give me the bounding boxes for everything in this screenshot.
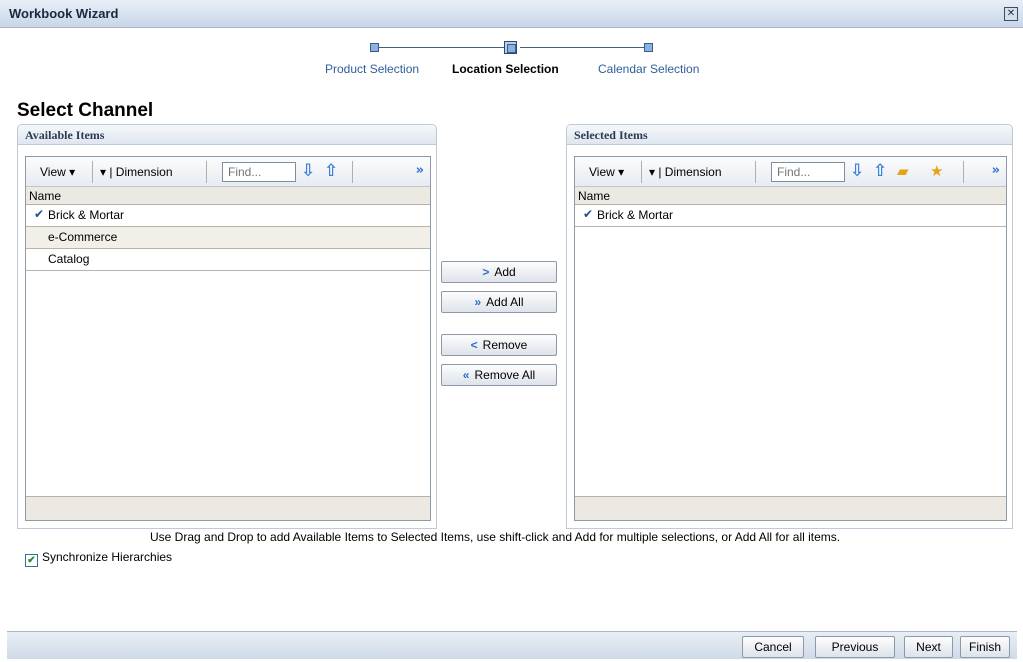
view-menu-button[interactable]: View ▾ (583, 161, 630, 183)
check-icon: ✔ (583, 207, 594, 221)
remove-button[interactable]: < Remove (441, 334, 557, 356)
dimension-menu-button[interactable]: ▾ | Dimension (94, 161, 179, 183)
find-input[interactable] (771, 162, 845, 182)
available-toolbar: View ▾ ▾ | Dimension ⇩ ⇧ » (26, 157, 430, 187)
train-stop-product[interactable] (370, 43, 379, 52)
find-input[interactable] (222, 162, 296, 182)
list-item[interactable]: ✔ Brick & Mortar (26, 205, 430, 227)
synchronize-hierarchies-label: Synchronize Hierarchies (42, 550, 173, 564)
close-icon[interactable]: ✕ (1004, 7, 1018, 21)
selected-items-panel: Selected Items View ▾ ▾ | Dimension ⇩ ⇧ … (566, 124, 1013, 529)
selected-items-table: View ▾ ▾ | Dimension ⇩ ⇧ ▰ ★ » Name ✔ Br… (574, 156, 1007, 521)
toolbar-separator (92, 161, 93, 183)
window-title: Workbook Wizard (9, 6, 119, 21)
page-title: Select Channel (17, 100, 154, 121)
finish-button[interactable]: Finish (960, 636, 1010, 658)
train-line (379, 47, 508, 48)
help-text: Use Drag and Drop to add Available Items… (150, 530, 841, 544)
list-item-label: Brick & Mortar (48, 208, 125, 222)
train-stop-location (504, 41, 517, 54)
wizard-footer: Cancel Previous Next Finish (7, 631, 1017, 659)
overflow-chevron-icon[interactable]: » (416, 163, 424, 178)
list-item[interactable]: e-Commerce (26, 227, 430, 249)
move-up-icon[interactable]: ⇧ (324, 162, 338, 180)
column-header-name[interactable]: Name (26, 187, 430, 205)
checkbox-checked-icon[interactable]: ✔ (25, 554, 38, 567)
move-down-icon[interactable]: ⇩ (850, 162, 864, 180)
train-line (520, 47, 644, 48)
available-items-table: View ▾ ▾ | Dimension ⇩ ⇧ » Name ✔ Brick … (25, 156, 431, 521)
toolbar-separator (755, 161, 756, 183)
chevron-right-icon: > (482, 265, 490, 279)
selected-items-title: Selected Items (567, 125, 1012, 145)
double-chevron-left-icon: « (462, 368, 470, 382)
next-button[interactable]: Next (904, 636, 953, 658)
view-menu-button[interactable]: View ▾ (34, 161, 81, 183)
add-all-button[interactable]: » Add All (441, 291, 557, 313)
window-titlebar: Workbook Wizard ✕ (0, 0, 1023, 28)
column-header-name[interactable]: Name (575, 187, 1006, 205)
synchronize-hierarchies-checkbox[interactable]: ✔ Synchronize Hierarchies (25, 550, 172, 567)
dimension-menu-button[interactable]: ▾ | Dimension (643, 161, 728, 183)
list-item-label: Catalog (48, 252, 90, 266)
add-button[interactable]: > Add (441, 261, 557, 283)
available-items-panel: Available Items View ▾ ▾ | Dimension ⇩ ⇧… (17, 124, 437, 529)
previous-button[interactable]: Previous (815, 636, 895, 658)
folder-icon[interactable]: ▰ (897, 162, 909, 180)
check-icon: ✔ (34, 207, 45, 221)
table-footer (575, 496, 1006, 520)
available-items-title: Available Items (18, 125, 436, 145)
move-up-icon[interactable]: ⇧ (873, 162, 887, 180)
table-footer (26, 496, 430, 520)
toolbar-separator (641, 161, 642, 183)
move-down-icon[interactable]: ⇩ (301, 162, 315, 180)
remove-all-button[interactable]: «Remove All (441, 364, 557, 386)
list-item[interactable]: ✔ Brick & Mortar (575, 205, 1006, 227)
chevron-left-icon: < (470, 338, 478, 352)
list-item-label: e-Commerce (48, 230, 118, 244)
step-train: Product Selection Location Selection Cal… (300, 40, 720, 80)
train-stop-calendar[interactable] (644, 43, 653, 52)
list-item-label: Brick & Mortar (597, 208, 674, 222)
list-item[interactable]: Catalog (26, 249, 430, 271)
double-chevron-right-icon: » (474, 295, 482, 309)
cancel-button[interactable]: Cancel (742, 636, 804, 658)
train-label-product[interactable]: Product Selection (325, 62, 419, 76)
train-label-location: Location Selection (452, 62, 559, 76)
selected-toolbar: View ▾ ▾ | Dimension ⇩ ⇧ ▰ ★ » (575, 157, 1006, 187)
overflow-chevron-icon[interactable]: » (992, 163, 1000, 178)
toolbar-separator (352, 161, 353, 183)
toolbar-separator (206, 161, 207, 183)
toolbar-separator (963, 161, 964, 183)
add-favorite-icon[interactable]: ★ (930, 162, 943, 180)
train-label-calendar[interactable]: Calendar Selection (598, 62, 699, 76)
